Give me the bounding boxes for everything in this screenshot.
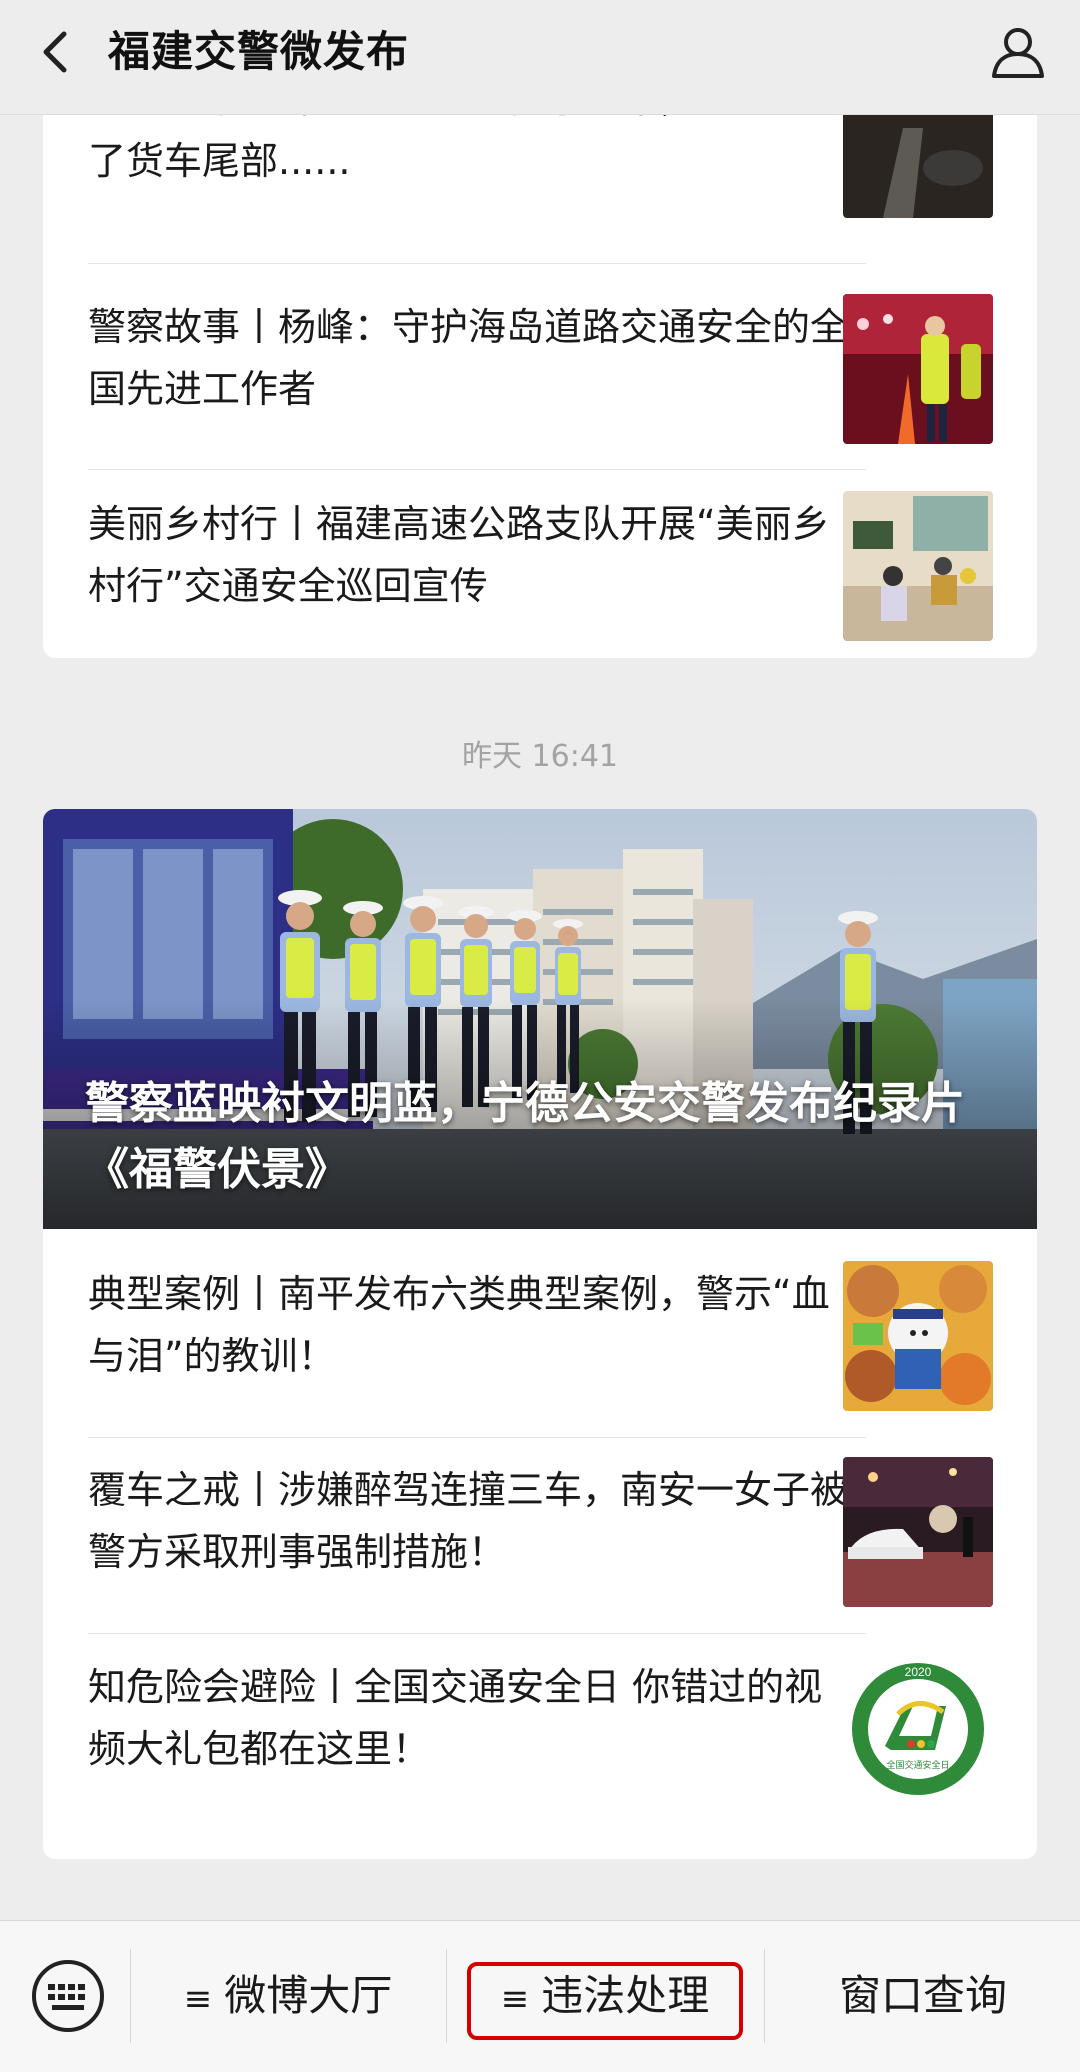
- article-item[interactable]: 一盔一带丨醉！这个女子骑摩托车，一头撞上了货车尾部......: [88, 114, 993, 264]
- menu-label: 微博大厅: [224, 1971, 393, 2020]
- article-thumbnail: [843, 114, 993, 218]
- article-title: 一盔一带丨醉！这个女子骑摩托车，一头撞上了货车尾部......: [88, 114, 848, 183]
- divider: [764, 1949, 765, 2043]
- article-title: 警察故事丨杨峰：守护海岛道路交通安全的全国先进工作者: [88, 305, 849, 411]
- article-thumbnail: [843, 1261, 993, 1411]
- menu-weibo-hall[interactable]: ≡ 微博大厅: [132, 1949, 444, 2043]
- back-arrow-icon[interactable]: [28, 22, 88, 82]
- menu-icon: ≡: [183, 1979, 213, 2019]
- hero-article-title: 警察蓝映衬文明蓝，宁德公安交警发布纪录片《福警伏景》: [85, 1078, 965, 1195]
- article-item[interactable]: 覆车之戒丨涉嫌醉驾连撞三车，南安一女子被警方采取刑事强制措施！: [88, 1437, 993, 1633]
- divider: [88, 263, 866, 264]
- article-group-card: 警察蓝映衬文明蓝，宁德公安交警发布纪录片《福警伏景》 典型案例丨南平发布六类典型…: [43, 809, 1037, 1859]
- article-thumbnail: [843, 491, 993, 641]
- article-title: 典型案例丨南平发布六类典型案例，警示“血与泪”的教训！: [88, 1272, 830, 1378]
- badge-text: 全国交通安全日: [886, 1759, 949, 1770]
- article-thumbnail: 2020 全国交通安全日: [843, 1654, 993, 1804]
- divider: [446, 1949, 447, 2043]
- article-item[interactable]: 知危险会避险丨全国交通安全日 你错过的视频大礼包都在这里！ 2020 全国交通安…: [88, 1634, 993, 1830]
- menu-label: 窗口查询: [838, 1971, 1007, 2020]
- article-item[interactable]: 美丽乡村行丨福建高速公路支队开展“美丽乡村行”交通安全巡回宣传: [88, 471, 993, 658]
- menu-window-query[interactable]: 窗口查询: [766, 1949, 1080, 2043]
- divider: [88, 469, 866, 470]
- message-list[interactable]: 一盔一带丨醉！这个女子骑摩托车，一头撞上了货车尾部...... 警察故事丨杨峰：…: [0, 114, 1080, 1920]
- article-title: 美丽乡村行丨福建高速公路支队开展“美丽乡村行”交通安全巡回宣传: [88, 502, 830, 608]
- profile-icon[interactable]: [986, 20, 1050, 84]
- message-timestamp: 昨天 16:41: [462, 739, 618, 774]
- article-item[interactable]: 警察故事丨杨峰：守护海岛道路交通安全的全国先进工作者: [88, 274, 993, 470]
- article-thumbnail: [843, 294, 993, 444]
- article-thumbnail: [843, 1457, 993, 1607]
- app-header: 福建交警微发布: [0, 0, 1080, 115]
- hero-article[interactable]: 警察蓝映衬文明蓝，宁德公安交警发布纪录片《福警伏景》: [43, 809, 1037, 1229]
- divider: [130, 1949, 131, 2043]
- page-title: 福建交警微发布: [108, 27, 410, 76]
- article-title: 知危险会避险丨全国交通安全日 你错过的视频大礼包都在这里！: [88, 1665, 823, 1771]
- highlight-box: [467, 1962, 743, 2040]
- keyboard-icon[interactable]: [30, 1958, 106, 2034]
- article-item[interactable]: 典型案例丨南平发布六类典型案例，警示“血与泪”的教训！: [88, 1241, 993, 1437]
- article-title: 覆车之戒丨涉嫌醉驾连撞三车，南安一女子被警方采取刑事强制措施！: [88, 1468, 849, 1574]
- article-group-card: 一盔一带丨醉！这个女子骑摩托车，一头撞上了货车尾部...... 警察故事丨杨峰：…: [43, 114, 1037, 658]
- badge-year: 2020: [905, 1665, 932, 1679]
